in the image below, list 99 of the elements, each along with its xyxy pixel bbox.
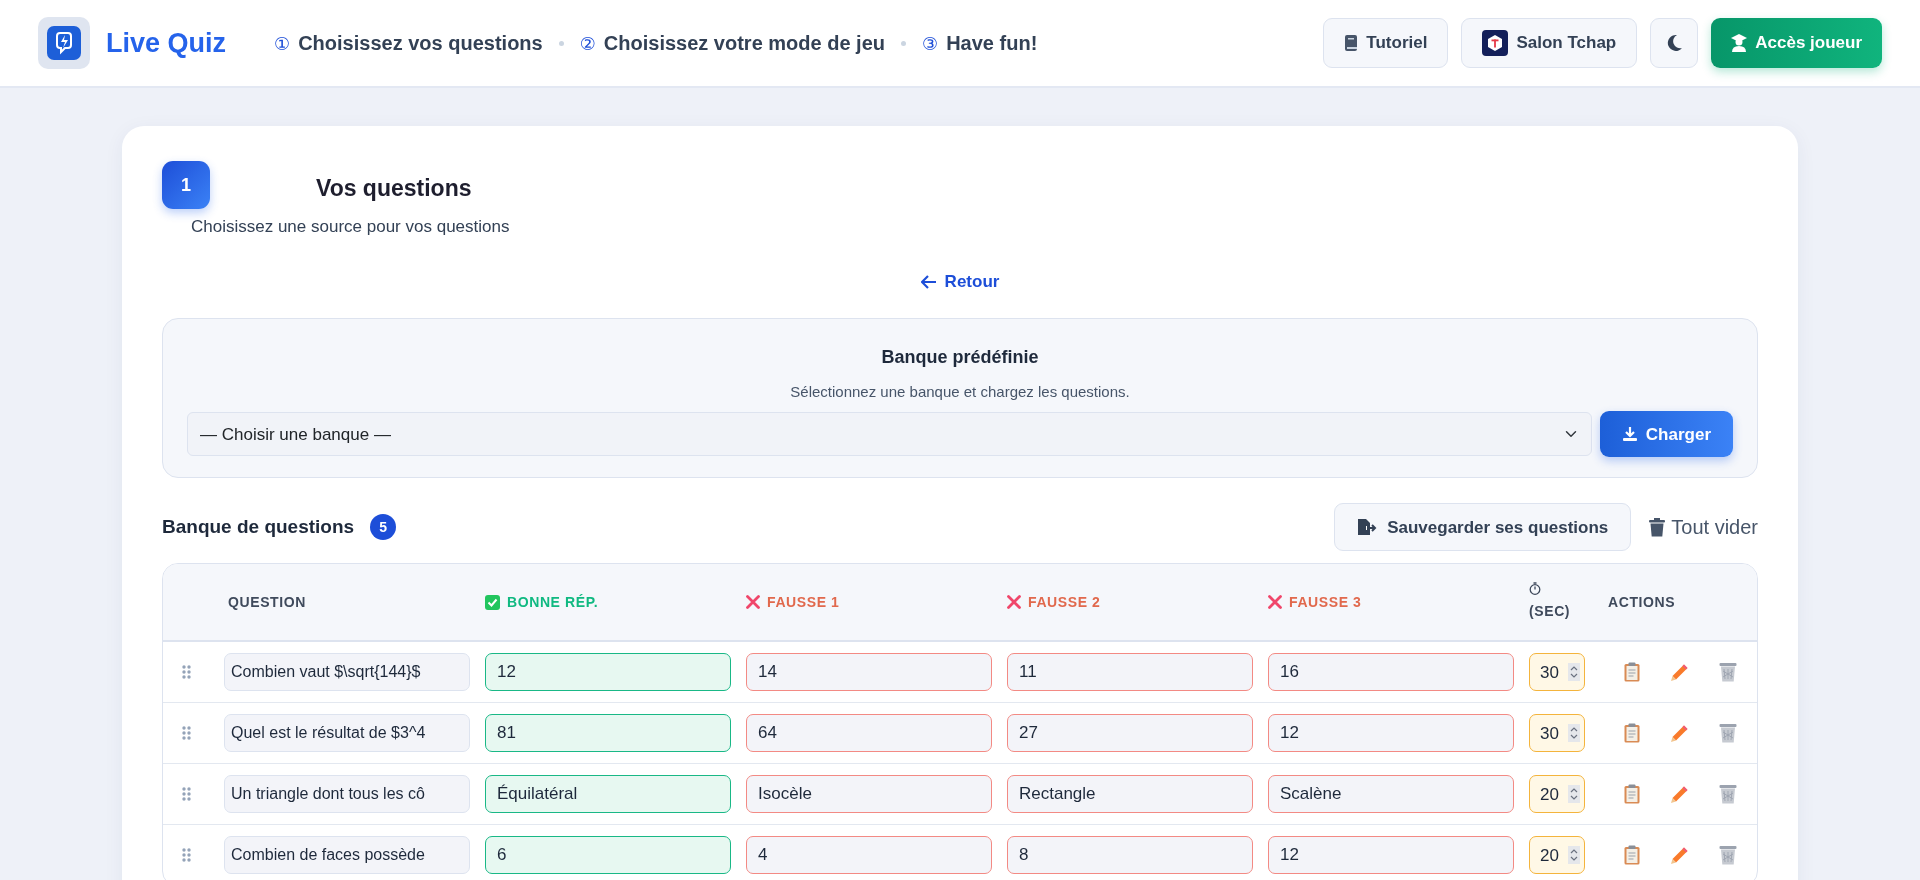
time-field[interactable]: 20 — [1529, 836, 1585, 875]
drag-handle-icon — [181, 848, 191, 863]
edit-button[interactable] — [1670, 845, 1689, 865]
theme-toggle-button[interactable] — [1650, 18, 1699, 68]
back-link[interactable]: Retour — [920, 269, 1000, 295]
wrong-answer-field[interactable]: 14 — [746, 653, 992, 692]
checkbox-icon — [485, 594, 500, 610]
wrong-answer-field[interactable]: Rectangle — [1007, 775, 1253, 814]
file-export-icon — [1357, 518, 1378, 537]
pencil-icon — [1670, 845, 1689, 865]
trash-icon — [1649, 517, 1666, 537]
panel-description: Sélectionnez une banque et chargez les questions. — [789, 381, 1131, 402]
edit-button[interactable] — [1670, 723, 1689, 743]
download-icon — [1621, 426, 1638, 443]
clipboard-icon — [1624, 784, 1640, 805]
question-field[interactable]: Combien de faces possède — [224, 836, 470, 875]
cross-icon — [1268, 595, 1282, 610]
stopwatch-icon — [1529, 582, 1541, 596]
spinner-arrows-icon — [1568, 785, 1580, 804]
wastebasket-icon — [1719, 662, 1737, 683]
wrong-answer-field[interactable]: Isocèle — [746, 775, 992, 814]
panel-title: Banque prédéfinie — [880, 345, 1040, 369]
clipboard-icon — [1624, 845, 1640, 866]
app-title: Live Quiz — [106, 26, 227, 60]
time-field[interactable]: 20 — [1529, 775, 1585, 814]
column-header: QUESTION — [228, 592, 306, 612]
step-badge: 1 — [162, 161, 210, 209]
correct-answer-field[interactable]: Équilatéral — [485, 775, 731, 814]
count-badge: 5 — [370, 514, 397, 541]
wrong-answer-field[interactable]: 11 — [1007, 653, 1253, 692]
question-field[interactable]: Combien vaut $\sqrt{144}$ — [224, 653, 470, 692]
delete-button[interactable] — [1719, 845, 1737, 866]
wrong-answer-field[interactable]: 12 — [1268, 714, 1514, 753]
step-number: ① — [274, 31, 291, 56]
duplicate-button[interactable] — [1624, 784, 1640, 805]
pencil-icon — [1670, 723, 1689, 743]
arrow-left-icon — [920, 274, 937, 289]
correct-answer-field[interactable]: 6 — [485, 836, 731, 875]
hexagon-logo-icon — [1482, 30, 1509, 56]
time-field[interactable]: 30 — [1529, 653, 1585, 692]
time-field[interactable]: 30 — [1529, 714, 1585, 753]
drag-handle-icon — [181, 726, 191, 741]
column-header: FAUSSE 1 — [767, 592, 840, 612]
correct-answer-field[interactable]: 12 — [485, 653, 731, 692]
pencil-icon — [1670, 784, 1689, 804]
spinner-arrows-icon — [1568, 663, 1580, 682]
spinner-arrows-icon — [1568, 724, 1580, 743]
section-title: Vos questions — [316, 174, 473, 203]
step-number: ③ — [922, 31, 939, 56]
delete-button[interactable] — [1719, 723, 1737, 744]
duplicate-button[interactable] — [1624, 662, 1640, 683]
edit-button[interactable] — [1670, 784, 1689, 804]
logo-icon — [38, 17, 90, 69]
tutorial-button[interactable]: Tutoriel — [1323, 18, 1449, 68]
wrong-answer-field[interactable]: 12 — [1268, 836, 1514, 875]
wrong-answer-field[interactable]: 64 — [746, 714, 992, 753]
book-icon — [1344, 34, 1359, 52]
column-header: BONNE RÉP. — [507, 592, 599, 612]
clipboard-icon — [1624, 723, 1640, 744]
load-button[interactable]: Charger — [1599, 411, 1733, 458]
section-subtitle: Choisissez une source pour vos questions — [191, 215, 510, 238]
column-header: (SEC) — [1529, 602, 1571, 622]
column-header: FAUSSE 2 — [1028, 592, 1101, 612]
wrong-answer-field[interactable]: 8 — [1007, 836, 1253, 875]
correct-answer-field[interactable]: 81 — [485, 714, 731, 753]
wrong-answer-field[interactable]: 27 — [1007, 714, 1253, 753]
delete-button[interactable] — [1719, 662, 1737, 683]
column-header: ACTIONS — [1608, 592, 1676, 612]
step-number: ② — [579, 31, 596, 56]
duplicate-button[interactable] — [1624, 845, 1640, 866]
edit-button[interactable] — [1670, 662, 1689, 682]
pencil-icon — [1670, 662, 1689, 682]
chat-room-button[interactable]: Salon Tchap — [1461, 18, 1638, 68]
step-label: Choisissez votre mode de jeu — [603, 31, 886, 56]
column-header: FAUSSE 3 — [1289, 592, 1362, 612]
cross-icon — [1007, 595, 1021, 610]
duplicate-button[interactable] — [1624, 723, 1640, 744]
bank-select[interactable]: — Choisir une banque — — [187, 412, 1592, 457]
spinner-arrows-icon — [1568, 846, 1580, 865]
clear-all-button[interactable]: Tout vider — [1649, 512, 1758, 543]
section-heading: Banque de questions — [162, 515, 355, 539]
question-field[interactable]: Quel est le résultat de $3^4 — [224, 714, 470, 753]
graduate-icon — [1731, 34, 1748, 52]
step-label: Have fun! — [946, 31, 1038, 56]
drag-handle-icon — [181, 665, 191, 680]
wrong-answer-field[interactable]: Scalène — [1268, 775, 1514, 814]
delete-button[interactable] — [1719, 784, 1737, 805]
wrong-answer-field[interactable]: 16 — [1268, 653, 1514, 692]
save-button[interactable]: Sauvegarder ses questions — [1334, 503, 1632, 552]
wastebasket-icon — [1719, 784, 1737, 805]
wrong-answer-field[interactable]: 4 — [746, 836, 992, 875]
question-field[interactable]: Un triangle dont tous les cô — [224, 775, 470, 814]
cross-icon — [746, 595, 760, 610]
clipboard-icon — [1624, 662, 1640, 683]
wastebasket-icon — [1719, 845, 1737, 866]
wastebasket-icon — [1719, 723, 1737, 744]
step-label: Choisissez vos questions — [298, 31, 543, 56]
moon-icon — [1665, 34, 1684, 52]
drag-handle-icon — [181, 787, 191, 802]
